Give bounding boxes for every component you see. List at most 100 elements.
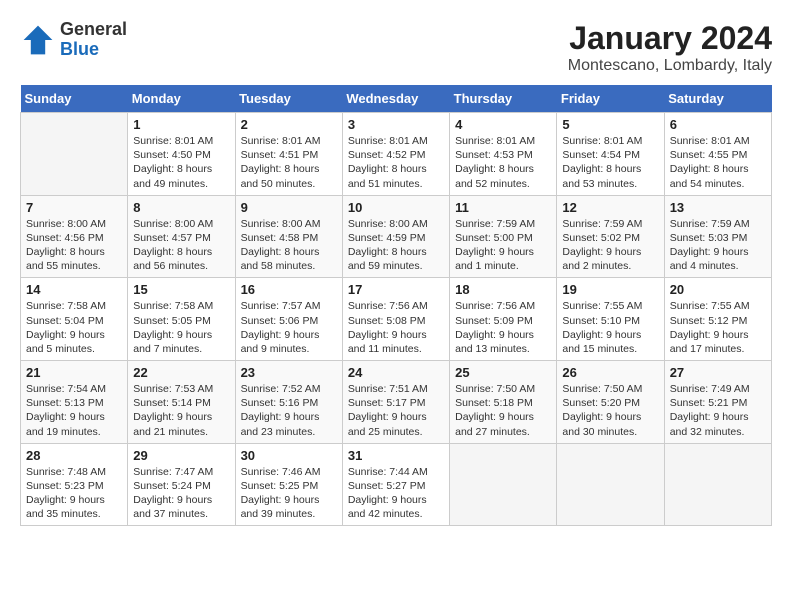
month-title: January 2024: [568, 20, 772, 57]
day-info: Sunrise: 7:47 AM Sunset: 5:24 PM Dayligh…: [133, 465, 229, 522]
day-info: Sunrise: 7:53 AM Sunset: 5:14 PM Dayligh…: [133, 382, 229, 439]
calendar-cell: 26 Sunrise: 7:50 AM Sunset: 5:20 PM Dayli…: [557, 361, 664, 444]
header-row: SundayMondayTuesdayWednesdayThursdayFrid…: [21, 85, 772, 113]
day-info: Sunrise: 8:01 AM Sunset: 4:54 PM Dayligh…: [562, 134, 658, 191]
header-cell-thursday: Thursday: [450, 85, 557, 113]
calendar-cell: [450, 443, 557, 526]
calendar-cell: 14Sunrise: 7:58 AM Sunset: 5:04 PM Dayli…: [21, 278, 128, 361]
calendar-week-4: 28Sunrise: 7:48 AM Sunset: 5:23 PM Dayli…: [21, 443, 772, 526]
calendar-cell: 2Sunrise: 8:01 AM Sunset: 4:51 PM Daylig…: [235, 113, 342, 196]
calendar-cell: 19 Sunrise: 7:55 AM Sunset: 5:10 PM Dayli…: [557, 278, 664, 361]
page-header: General Blue January 2024 Montescano, Lo…: [20, 20, 772, 75]
calendar-week-0: 1 Sunrise: 8:01 AM Sunset: 4:50 PM Daylig…: [21, 113, 772, 196]
day-info: Sunrise: 8:00 AM Sunset: 4:59 PM Dayligh…: [348, 217, 444, 274]
title-area: January 2024 Montescano, Lombardy, Italy: [568, 20, 772, 75]
day-number: 1: [133, 117, 229, 132]
day-number: 29: [133, 448, 229, 463]
day-number: 19: [562, 282, 658, 297]
day-number: 25: [455, 365, 551, 380]
day-info: Sunrise: 8:00 AM Sunset: 4:58 PM Dayligh…: [241, 217, 337, 274]
calendar-cell: 1 Sunrise: 8:01 AM Sunset: 4:50 PM Daylig…: [128, 113, 235, 196]
day-info: Sunrise: 8:01 AM Sunset: 4:50 PM Dayligh…: [133, 134, 229, 191]
calendar-cell: 7 Sunrise: 8:00 AM Sunset: 4:56 PM Daylig…: [21, 195, 128, 278]
calendar-cell: 15 Sunrise: 7:58 AM Sunset: 5:05 PM Dayli…: [128, 278, 235, 361]
calendar-week-3: 21 Sunrise: 7:54 AM Sunset: 5:13 PM Dayli…: [21, 361, 772, 444]
day-info: Sunrise: 8:00 AM Sunset: 4:57 PM Dayligh…: [133, 217, 229, 274]
day-info: Sunrise: 7:58 AM Sunset: 5:05 PM Dayligh…: [133, 299, 229, 356]
calendar-cell: 16 Sunrise: 7:57 AM Sunset: 5:06 PM Dayli…: [235, 278, 342, 361]
day-info: Sunrise: 8:00 AM Sunset: 4:56 PM Dayligh…: [26, 217, 122, 274]
location: Montescano, Lombardy, Italy: [568, 57, 772, 75]
calendar-cell: 30 Sunrise: 7:46 AM Sunset: 5:25 PM Dayli…: [235, 443, 342, 526]
day-number: 22: [133, 365, 229, 380]
calendar-cell: 5Sunrise: 8:01 AM Sunset: 4:54 PM Daylig…: [557, 113, 664, 196]
day-number: 16: [241, 282, 337, 297]
calendar-body: 1 Sunrise: 8:01 AM Sunset: 4:50 PM Daylig…: [21, 113, 772, 526]
day-number: 13: [670, 200, 766, 215]
day-info: Sunrise: 7:56 AM Sunset: 5:08 PM Dayligh…: [348, 299, 444, 356]
calendar-cell: 27 Sunrise: 7:49 AM Sunset: 5:21 PM Dayli…: [664, 361, 771, 444]
day-number: 30: [241, 448, 337, 463]
day-info: Sunrise: 7:54 AM Sunset: 5:13 PM Dayligh…: [26, 382, 122, 439]
day-number: 7: [26, 200, 122, 215]
calendar-table: SundayMondayTuesdayWednesdayThursdayFrid…: [20, 85, 772, 526]
calendar-cell: 28Sunrise: 7:48 AM Sunset: 5:23 PM Dayli…: [21, 443, 128, 526]
calendar-cell: [557, 443, 664, 526]
day-number: 4: [455, 117, 551, 132]
calendar-cell: 20Sunrise: 7:55 AM Sunset: 5:12 PM Dayli…: [664, 278, 771, 361]
calendar-cell: [664, 443, 771, 526]
calendar-cell: 21 Sunrise: 7:54 AM Sunset: 5:13 PM Dayli…: [21, 361, 128, 444]
calendar-cell: 18Sunrise: 7:56 AM Sunset: 5:09 PM Dayli…: [450, 278, 557, 361]
day-info: Sunrise: 7:58 AM Sunset: 5:04 PM Dayligh…: [26, 299, 122, 356]
day-number: 21: [26, 365, 122, 380]
day-number: 6: [670, 117, 766, 132]
day-info: Sunrise: 7:50 AM Sunset: 5:18 PM Dayligh…: [455, 382, 551, 439]
header-cell-friday: Friday: [557, 85, 664, 113]
day-number: 18: [455, 282, 551, 297]
day-number: 24: [348, 365, 444, 380]
calendar-week-2: 14Sunrise: 7:58 AM Sunset: 5:04 PM Dayli…: [21, 278, 772, 361]
header-cell-tuesday: Tuesday: [235, 85, 342, 113]
calendar-cell: 22 Sunrise: 7:53 AM Sunset: 5:14 PM Dayli…: [128, 361, 235, 444]
day-info: Sunrise: 7:46 AM Sunset: 5:25 PM Dayligh…: [241, 465, 337, 522]
calendar-cell: 10 Sunrise: 8:00 AM Sunset: 4:59 PM Dayli…: [342, 195, 449, 278]
calendar-cell: 23Sunrise: 7:52 AM Sunset: 5:16 PM Dayli…: [235, 361, 342, 444]
calendar-cell: 8 Sunrise: 8:00 AM Sunset: 4:57 PM Daylig…: [128, 195, 235, 278]
calendar-week-1: 7 Sunrise: 8:00 AM Sunset: 4:56 PM Daylig…: [21, 195, 772, 278]
header-cell-monday: Monday: [128, 85, 235, 113]
day-number: 11: [455, 200, 551, 215]
day-info: Sunrise: 8:01 AM Sunset: 4:52 PM Dayligh…: [348, 134, 444, 191]
header-cell-saturday: Saturday: [664, 85, 771, 113]
calendar-cell: 24Sunrise: 7:51 AM Sunset: 5:17 PM Dayli…: [342, 361, 449, 444]
logo: General Blue: [20, 20, 127, 60]
day-number: 10: [348, 200, 444, 215]
header-cell-sunday: Sunday: [21, 85, 128, 113]
day-number: 9: [241, 200, 337, 215]
day-info: Sunrise: 7:50 AM Sunset: 5:20 PM Dayligh…: [562, 382, 658, 439]
day-info: Sunrise: 7:49 AM Sunset: 5:21 PM Dayligh…: [670, 382, 766, 439]
calendar-cell: 29 Sunrise: 7:47 AM Sunset: 5:24 PM Dayli…: [128, 443, 235, 526]
day-number: 2: [241, 117, 337, 132]
calendar-cell: 17 Sunrise: 7:56 AM Sunset: 5:08 PM Dayli…: [342, 278, 449, 361]
day-number: 23: [241, 365, 337, 380]
calendar-cell: 9 Sunrise: 8:00 AM Sunset: 4:58 PM Daylig…: [235, 195, 342, 278]
day-number: 31: [348, 448, 444, 463]
day-info: Sunrise: 7:59 AM Sunset: 5:00 PM Dayligh…: [455, 217, 551, 274]
day-info: Sunrise: 7:59 AM Sunset: 5:02 PM Dayligh…: [562, 217, 658, 274]
logo-text: General Blue: [60, 20, 127, 60]
calendar-cell: 11 Sunrise: 7:59 AM Sunset: 5:00 PM Dayli…: [450, 195, 557, 278]
day-number: 15: [133, 282, 229, 297]
day-number: 27: [670, 365, 766, 380]
day-number: 3: [348, 117, 444, 132]
calendar-cell: 25 Sunrise: 7:50 AM Sunset: 5:18 PM Dayli…: [450, 361, 557, 444]
day-number: 26: [562, 365, 658, 380]
calendar-cell: 6Sunrise: 8:01 AM Sunset: 4:55 PM Daylig…: [664, 113, 771, 196]
header-cell-wednesday: Wednesday: [342, 85, 449, 113]
day-info: Sunrise: 7:55 AM Sunset: 5:10 PM Dayligh…: [562, 299, 658, 356]
day-number: 8: [133, 200, 229, 215]
calendar-cell: 4Sunrise: 8:01 AM Sunset: 4:53 PM Daylig…: [450, 113, 557, 196]
calendar-cell: 3 Sunrise: 8:01 AM Sunset: 4:52 PM Daylig…: [342, 113, 449, 196]
day-number: 17: [348, 282, 444, 297]
day-info: Sunrise: 7:57 AM Sunset: 5:06 PM Dayligh…: [241, 299, 337, 356]
calendar-cell: 31Sunrise: 7:44 AM Sunset: 5:27 PM Dayli…: [342, 443, 449, 526]
